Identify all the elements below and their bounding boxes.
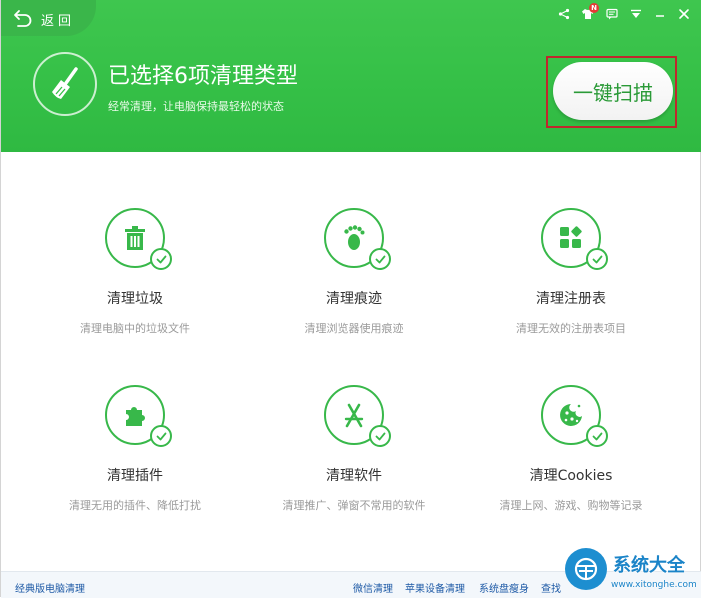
card-description: 清理电脑中的垃圾文件: [80, 322, 190, 335]
card-clean-traces[interactable]: 清理痕迹 清理浏览器使用痕迹: [254, 208, 454, 336]
classic-mode-link[interactable]: 经典版电脑清理: [15, 580, 85, 595]
footprint-icon: [344, 225, 365, 250]
card-description: 清理无用的插件、降低打扰: [69, 499, 201, 512]
close-icon: [679, 9, 689, 19]
notification-badge: N: [589, 3, 599, 13]
cookie-icon: [560, 404, 582, 426]
checkmark-icon: [369, 425, 391, 447]
card-description: 清理推广、弹窗不常用的软件: [282, 499, 426, 512]
card-description: 清理无效的注册表项目: [516, 322, 626, 335]
trash-icon: [125, 226, 145, 250]
site-watermark: 系统大全 www.xitonghe.com: [563, 544, 701, 597]
card-icon-circle: [324, 385, 391, 447]
broom-icon: [52, 67, 78, 99]
back-button[interactable]: 返回: [1, 0, 96, 36]
card-title: 清理插件: [107, 468, 163, 484]
message-button[interactable]: [602, 4, 622, 24]
checkmark-icon: [150, 425, 172, 447]
card-icon-circle: [541, 208, 608, 270]
checkmark-icon: [369, 248, 391, 270]
menu-button[interactable]: [626, 4, 646, 24]
checkmark-icon: [150, 248, 172, 270]
card-title: 清理注册表: [536, 291, 606, 307]
card-icon-circle: [324, 208, 391, 270]
card-icon-circle: [105, 208, 172, 270]
card-icon-circle: [105, 385, 172, 447]
card-description: 清理上网、游戏、购物等记录: [499, 499, 643, 512]
back-arrow-icon: [14, 10, 32, 27]
message-icon: [606, 8, 618, 20]
window-controls: N: [554, 3, 694, 24]
back-label: 返回: [41, 14, 76, 29]
wechat-clean-link[interactable]: 微信清理: [353, 580, 393, 595]
share-button[interactable]: [554, 4, 574, 24]
one-click-scan-button[interactable]: 一键扫描: [553, 62, 673, 120]
minimize-icon: [656, 15, 664, 17]
card-icon-circle: [541, 385, 608, 447]
watermark-title: 系统大全: [613, 555, 685, 576]
card-title: 清理痕迹: [326, 291, 382, 307]
system-disk-slim-link[interactable]: 系统盘瘦身: [479, 580, 529, 595]
checkmark-icon: [586, 425, 608, 447]
card-clean-software[interactable]: 清理软件 清理推广、弹窗不常用的软件: [254, 385, 454, 513]
card-title: 清理Cookies: [529, 468, 613, 484]
puzzle-icon: [126, 407, 145, 426]
card-clean-plugins[interactable]: 清理插件 清理无用的插件、降低打扰: [35, 385, 235, 513]
card-clean-junk[interactable]: 清理垃圾 清理电脑中的垃圾文件: [35, 208, 235, 336]
share-icon: [558, 8, 570, 20]
watermark-url: www.xitonghe.com: [611, 580, 697, 590]
registry-icon: [560, 226, 582, 248]
card-title: 清理垃圾: [107, 291, 163, 307]
apple-device-clean-link[interactable]: 苹果设备清理: [405, 580, 465, 595]
checkmark-icon: [586, 248, 608, 270]
card-clean-cookies[interactable]: 清理Cookies 清理上网、游戏、购物等记录: [471, 385, 671, 513]
menu-down-icon: [631, 9, 641, 18]
broom-badge: [33, 52, 97, 116]
app-window: 返回 N 已选择6项清理类型 经常清理，让电脑保持最轻松的状态 一键扫描 清理垃…: [0, 0, 701, 598]
header-banner: 返回 N 已选择6项清理类型 经常清理，让电脑保持最轻松的状态 一键扫描: [1, 0, 701, 152]
card-clean-registry[interactable]: 清理注册表 清理无效的注册表项目: [471, 208, 671, 336]
card-title: 清理软件: [326, 468, 382, 484]
close-button[interactable]: [674, 4, 694, 24]
query-link[interactable]: 查找: [541, 580, 561, 595]
page-title: 已选择6项清理类型: [108, 64, 298, 89]
page-subtitle: 经常清理，让电脑保持最轻松的状态: [108, 100, 284, 113]
skin-button[interactable]: N: [578, 3, 599, 24]
watermark-logo-icon: [565, 548, 607, 590]
card-description: 清理浏览器使用痕迹: [304, 322, 404, 335]
app-store-icon: [344, 403, 364, 428]
minimize-button[interactable]: [650, 4, 670, 24]
